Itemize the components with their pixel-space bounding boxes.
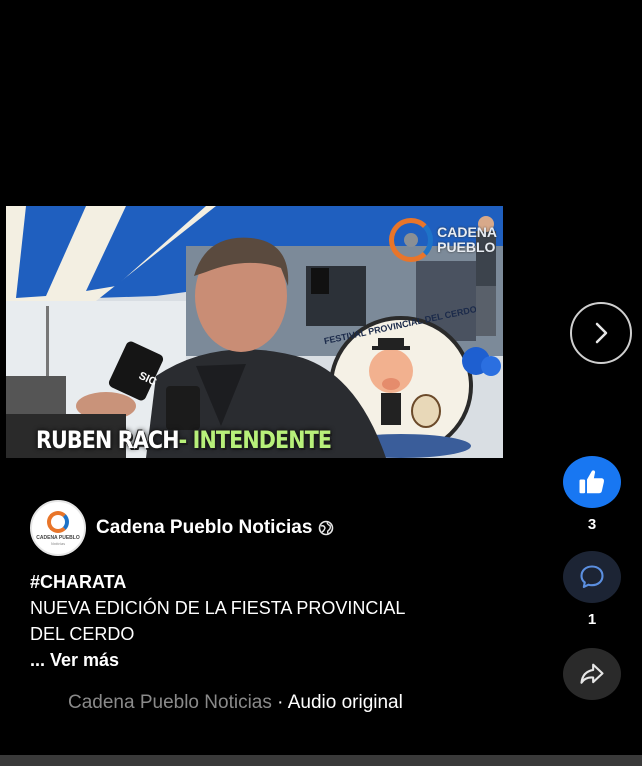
avatar-brand-sub: Noticias	[50, 540, 66, 546]
like-action: 3	[562, 456, 622, 533]
share-action	[562, 648, 622, 700]
avatar-logo-icon	[47, 510, 69, 533]
see-more-link[interactable]: ... Ver más	[30, 647, 470, 673]
share-icon	[580, 663, 604, 684]
post-text-line1: NUEVA EDICIÓN DE LA FIESTA PROVINCIAL	[30, 598, 406, 618]
comment-icon	[580, 565, 604, 588]
share-button[interactable]	[563, 648, 621, 700]
comment-button[interactable]	[563, 551, 621, 603]
watermark-logo-icon	[389, 218, 434, 262]
comment-action: 1	[562, 551, 622, 628]
video-caption: RUBEN RACH- INTENDENTE	[36, 426, 332, 454]
audio-separator: ·	[271, 692, 288, 713]
globe-icon	[319, 520, 334, 536]
caption-separator: -	[178, 426, 193, 454]
audio-attribution[interactable]: Cadena Pueblo Noticias · Audio original	[68, 692, 403, 714]
author-avatar[interactable]: CADENA PUEBLO Noticias	[30, 500, 86, 556]
comment-count: 1	[587, 611, 597, 628]
watermark-line2: PUEBLO	[437, 239, 496, 255]
video-player[interactable]: FESTIVAL PROVINCIAL DEL CERDO SIC CADENA…	[6, 206, 503, 458]
post-text-line2: DEL CERDO	[30, 624, 135, 644]
audio-label: Audio original	[287, 692, 403, 713]
audio-source: Cadena Pueblo Noticias	[68, 692, 272, 713]
post-description: #CHARATA NUEVA EDICIÓN DE LA FIESTA PROV…	[30, 569, 470, 673]
author-name-link[interactable]: Cadena Pueblo Noticias	[96, 517, 312, 539]
thumbs-up-icon	[579, 470, 604, 494]
post-author: CADENA PUEBLO Noticias Cadena Pueblo Not…	[30, 500, 334, 556]
caption-name: RUBEN RACH	[36, 426, 179, 454]
like-button[interactable]	[563, 456, 621, 508]
post-hashtag[interactable]: #CHARATA	[30, 569, 470, 595]
like-count: 3	[587, 516, 597, 533]
watermark-line1: CADENA	[437, 224, 497, 240]
bottom-bar	[0, 755, 642, 766]
video-watermark: CADENA PUEBLO	[389, 218, 497, 262]
next-video-button[interactable]	[570, 302, 632, 364]
chevron-right-icon	[595, 322, 608, 344]
caption-role: INTENDENTE	[192, 426, 332, 454]
